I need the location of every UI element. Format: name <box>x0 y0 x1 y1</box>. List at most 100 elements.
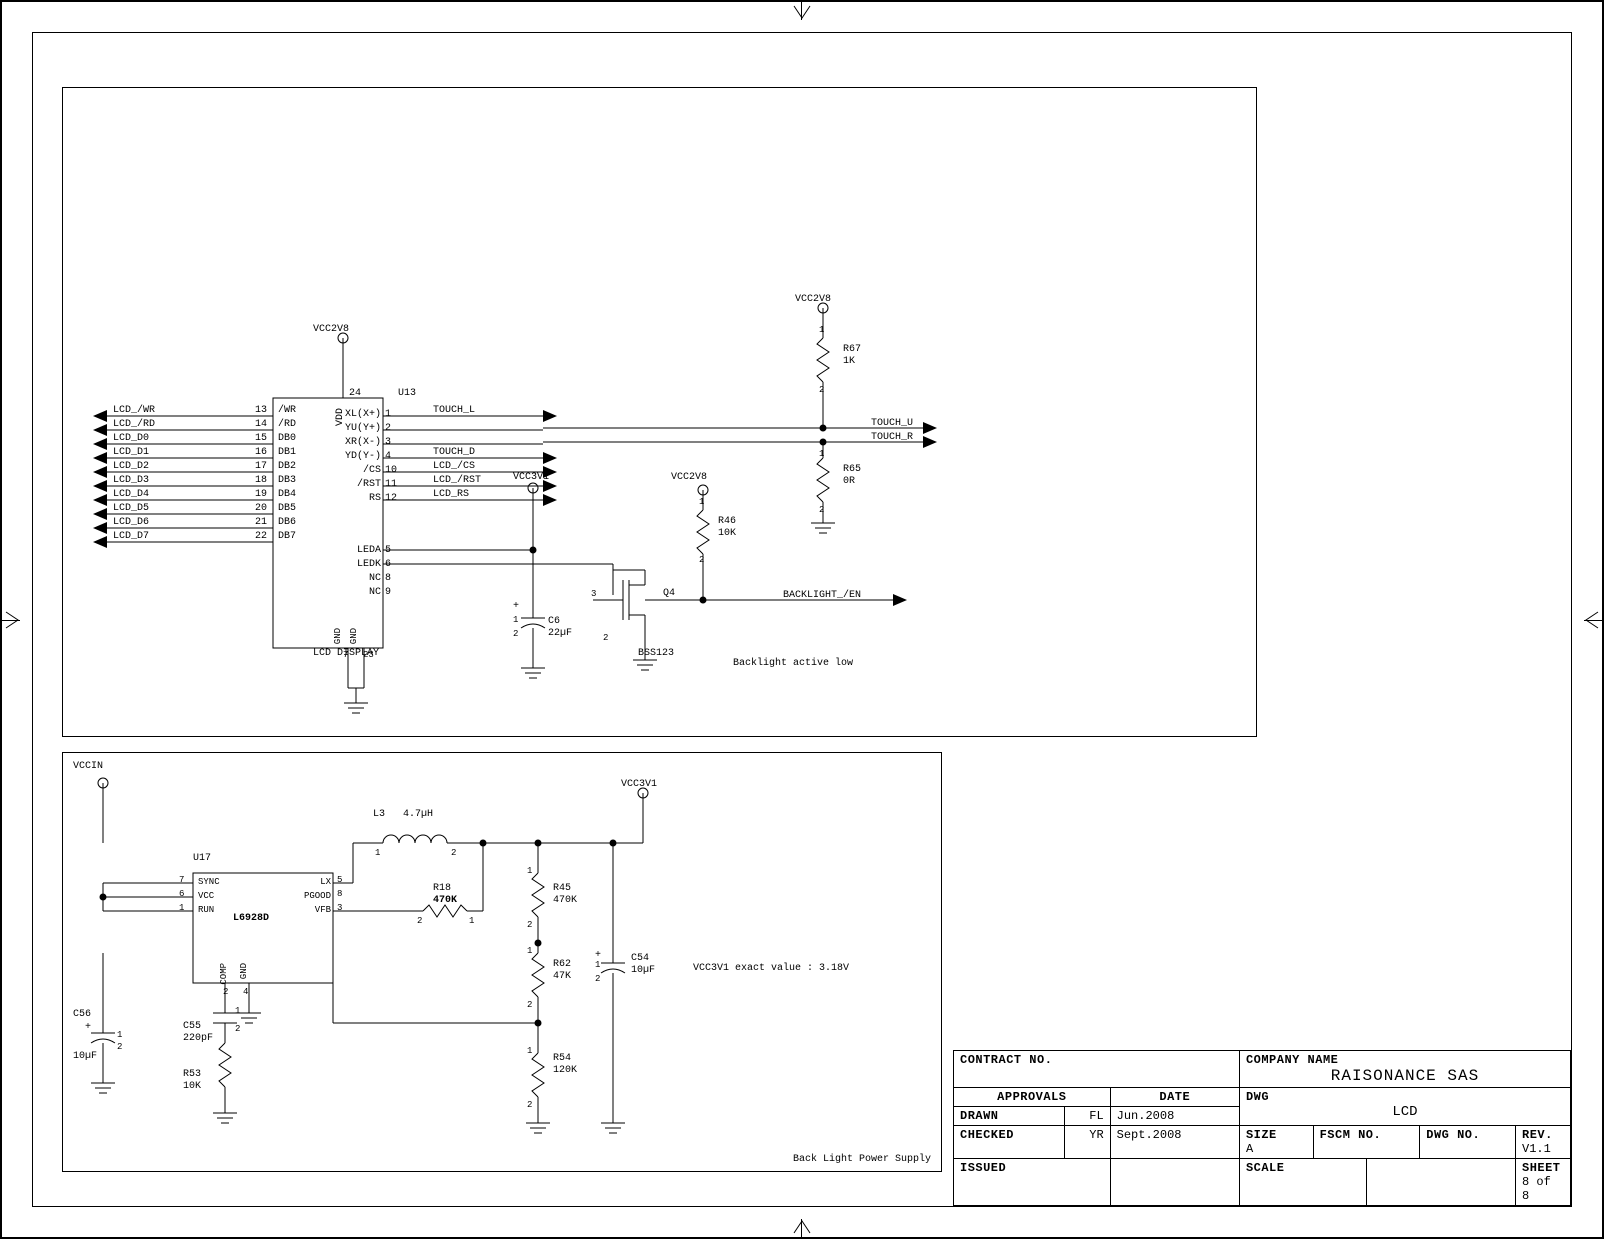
vcc3v1-note: VCC3V1 exact value : 3.18V <box>693 963 849 974</box>
c54-ref: C54 <box>631 953 649 964</box>
r18-val: 470K <box>433 895 457 906</box>
c56-val: 10µF <box>73 1051 97 1062</box>
u13-ref: U13 <box>398 388 416 399</box>
ledk-net: 3 2 12 <box>383 560 923 720</box>
backlight-note: Backlight active low <box>733 658 853 669</box>
dwg-label: DWG <box>1246 1090 1269 1104</box>
schematic-box-psu: Back Light Power Supply VCC3V1 exact val… <box>62 752 942 1172</box>
drawing-sheet: U13 LCD DISPLAY LCD_/WRLCD_/RD LCD_D0LCD… <box>0 0 1604 1239</box>
approvals-label: APPROVALS <box>997 1090 1066 1104</box>
u17-left-names: SYNCVCCRUN <box>198 875 220 917</box>
left-pin-nums: 1314 1516 1718 1920 2122 <box>255 404 267 544</box>
c55-ref: C55 <box>183 1021 201 1032</box>
r67-val: 1K <box>843 356 855 367</box>
comp-name: COMP <box>219 963 229 985</box>
u17-part: L6928D <box>233 913 269 924</box>
l3-val: 4.7µH <box>403 809 433 820</box>
svg-text:2: 2 <box>603 633 608 643</box>
sheet-label: SHEET <box>1522 1161 1561 1175</box>
fscm-label: FSCM NO. <box>1320 1128 1382 1142</box>
right-pin-names: XL(X+)YU(Y+) XR(X-)YD(Y-) /CS/RST RS <box>339 408 381 506</box>
r18-ref: R18 <box>433 883 451 894</box>
checked-date: Sept.2008 <box>1117 1128 1182 1142</box>
dwg-title: LCD <box>1246 1104 1564 1120</box>
svg-text:1: 1 <box>595 960 600 970</box>
issued-label: ISSUED <box>960 1161 1006 1175</box>
svg-text:1: 1 <box>527 866 532 876</box>
r67-ref: R67 <box>843 344 861 355</box>
u17-right-names: LXPGOODVFB <box>303 875 331 917</box>
vcc2v8-u13: VCC2V8 <box>313 324 349 335</box>
r65-ref: R65 <box>843 464 861 475</box>
svg-text:2: 2 <box>819 385 824 395</box>
c55-val: 220pF <box>183 1033 213 1044</box>
gnd-pin7: 7 <box>343 650 348 660</box>
vcc2v8-r67: VCC2V8 <box>795 294 831 305</box>
vccin-lbl: VCCIN <box>73 761 103 772</box>
svg-text:1: 1 <box>527 946 532 956</box>
svg-text:2: 2 <box>527 1100 532 1110</box>
sheet-num: 8 of 8 <box>1522 1175 1551 1203</box>
svg-text:2: 2 <box>819 505 824 515</box>
vdd-pin: 24 <box>349 388 361 399</box>
svg-text:1: 1 <box>819 325 824 335</box>
drawn-date: Jun.2008 <box>1117 1109 1175 1123</box>
r65-val: 0R <box>843 476 855 487</box>
date-label: DATE <box>1159 1090 1190 1104</box>
arrow-left <box>4 610 24 630</box>
gnd-name2: GND <box>349 628 359 644</box>
svg-text:2: 2 <box>699 555 704 565</box>
left-bus-labels: LCD_/WRLCD_/RD LCD_D0LCD_D1 LCD_D2LCD_D3… <box>113 404 155 544</box>
scale-label: SCALE <box>1246 1161 1285 1175</box>
c54-val: 10µF <box>631 965 655 976</box>
touch-u: TOUCH_U <box>871 418 913 429</box>
r54-val: 120K <box>553 1065 577 1076</box>
svg-text:2: 2 <box>527 1000 532 1010</box>
svg-text:2: 2 <box>117 1042 122 1052</box>
right-pin-names2: LEDALEDK NCNC <box>345 544 381 600</box>
touch-r: TOUCH_R <box>871 432 913 443</box>
svg-text:1: 1 <box>235 1006 240 1016</box>
r62-ref2: R62 <box>553 959 571 970</box>
size: A <box>1246 1142 1253 1156</box>
c56: + 1 2 <box>83 953 153 1123</box>
q4-ref: Q4 <box>663 588 675 599</box>
svg-text:2: 2 <box>417 916 422 926</box>
drawn-by: FL <box>1089 1109 1103 1123</box>
title-block: CONTRACT NO. COMPANY NAME RAISONANCE SAS… <box>953 1050 1571 1206</box>
gnd-pin23: 23 <box>363 650 374 660</box>
comp-net: 12 <box>213 983 303 1153</box>
backlight-en: BACKLIGHT_/EN <box>783 590 861 601</box>
size-label: SIZE <box>1246 1128 1277 1142</box>
left-pin-names: /WR/RD DB0DB1 DB2DB3 DB4DB5 DB6DB7 <box>278 404 296 544</box>
dwgno-label: DWG NO. <box>1426 1128 1480 1142</box>
l3-ref: L3 <box>373 809 385 820</box>
q4-part: BSS123 <box>638 648 674 659</box>
gnd-name1: GND <box>333 628 343 644</box>
vccin-port <box>83 773 163 853</box>
svg-text:1: 1 <box>469 916 474 926</box>
r62-val: 47K <box>553 971 571 982</box>
drawn-label: DRAWN <box>960 1109 999 1123</box>
svg-text:1: 1 <box>527 1046 532 1056</box>
gnd-name: GND <box>239 963 249 979</box>
arrow-top <box>792 4 812 24</box>
vcc3v1-out: VCC3V1 <box>621 779 657 790</box>
checked-by: YR <box>1089 1128 1103 1142</box>
r54-ref: R54 <box>553 1053 571 1064</box>
svg-text:2: 2 <box>527 920 532 930</box>
r45-ref: R45 <box>553 883 571 894</box>
svg-text:1: 1 <box>117 1030 122 1040</box>
company-name: RAISONANCE SAS <box>1246 1067 1564 1085</box>
rev: V1.1 <box>1522 1142 1551 1156</box>
u17-left-nums: 761 <box>179 873 184 915</box>
r45-val: 470K <box>553 895 577 906</box>
rev-label: REV. <box>1522 1128 1553 1142</box>
svg-text:2: 2 <box>235 1024 240 1034</box>
c56-ref: C56 <box>73 1009 91 1020</box>
svg-text:3: 3 <box>591 589 596 599</box>
svg-text:1: 1 <box>819 449 824 459</box>
arrow-right <box>1580 610 1600 630</box>
svg-text:+: + <box>85 1022 91 1033</box>
svg-text:2: 2 <box>595 974 600 984</box>
